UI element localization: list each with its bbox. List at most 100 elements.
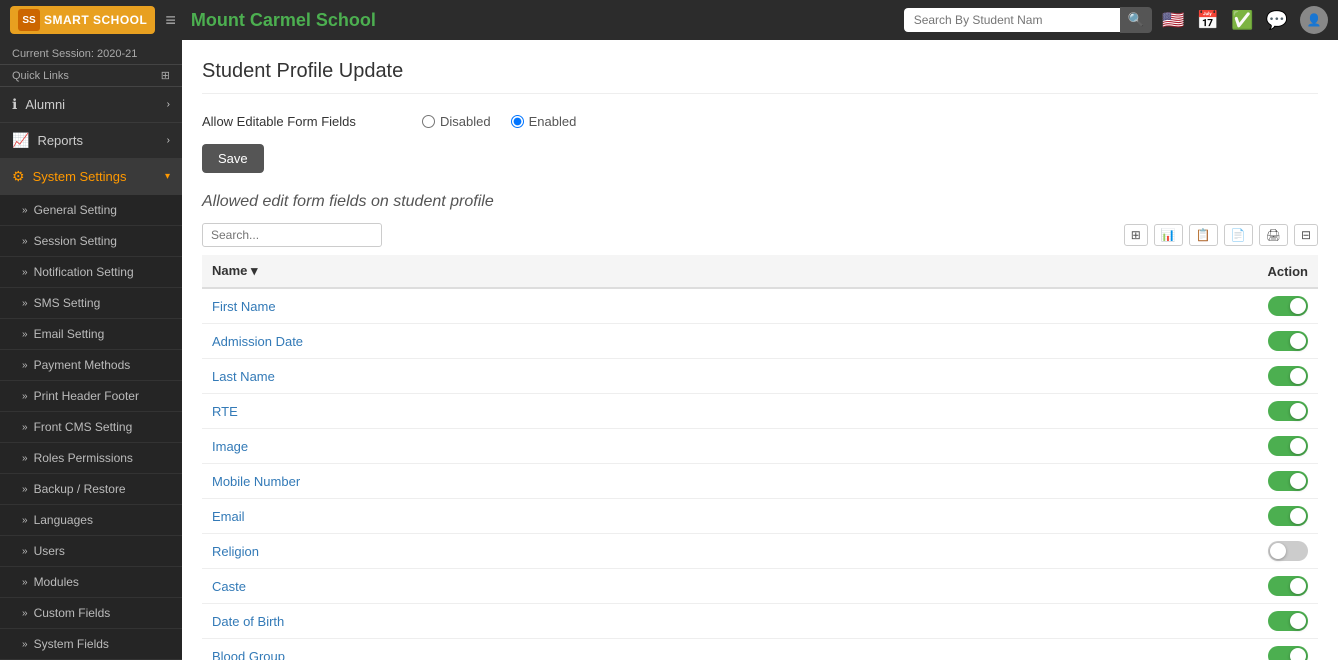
navbar-icons: 🇺🇸 📅 ✅ 💬 👤 <box>1162 6 1328 34</box>
field-action <box>971 324 1318 359</box>
table-icon-copy[interactable]: ⊞ <box>1124 224 1148 246</box>
quick-links[interactable]: Quick Links ⊞ <box>0 65 182 87</box>
label-users: Users <box>34 544 65 558</box>
table-icon-csv[interactable]: 📋 <box>1189 224 1218 246</box>
toggle-mobile-number[interactable] <box>1268 471 1308 491</box>
field-name: Image <box>202 429 971 464</box>
field-name: Admission Date <box>202 324 971 359</box>
field-name: Email <box>202 499 971 534</box>
alumni-arrow: › <box>167 99 170 110</box>
table-row: Admission Date <box>202 324 1318 359</box>
sidebar-item-print-header-footer[interactable]: » Print Header Footer <box>0 381 182 412</box>
main-content: Student Profile Update Allow Editable Fo… <box>182 40 1338 660</box>
calendar-icon[interactable]: 📅 <box>1197 10 1219 31</box>
field-action <box>971 569 1318 604</box>
label-session-setting: Session Setting <box>34 234 117 248</box>
radio-disabled-option[interactable]: Disabled <box>422 114 491 129</box>
toggle-image[interactable] <box>1268 436 1308 456</box>
toggle-date-of-birth[interactable] <box>1268 611 1308 631</box>
sidebar-item-custom-fields[interactable]: » Custom Fields <box>0 598 182 629</box>
sidebar-item-reports[interactable]: 📈 Reports › <box>0 123 182 159</box>
settings-arrow: ▾ <box>165 171 170 182</box>
sidebar-item-roles-permissions[interactable]: » Roles Permissions <box>0 443 182 474</box>
radio-enabled-label: Enabled <box>529 114 577 129</box>
toggle-religion[interactable] <box>1268 541 1308 561</box>
table-header-row: Name ▾ Action <box>202 255 1318 288</box>
sidebar-item-general-setting[interactable]: » General Setting <box>0 195 182 226</box>
sidebar-item-system-fields[interactable]: » System Fields <box>0 629 182 660</box>
search-button[interactable]: 🔍 <box>1120 7 1153 33</box>
radio-disabled-label: Disabled <box>440 114 491 129</box>
toggle-caste[interactable] <box>1268 576 1308 596</box>
sidebar-item-session-setting[interactable]: » Session Setting <box>0 226 182 257</box>
hamburger-icon[interactable]: ≡ <box>165 10 176 31</box>
toggle-slider <box>1268 296 1308 316</box>
brand-icon: SS <box>18 9 40 31</box>
search-input[interactable] <box>904 8 1124 32</box>
field-name: First Name <box>202 288 971 324</box>
label-system-fields: System Fields <box>34 637 109 651</box>
label-backup-restore: Backup / Restore <box>34 482 126 496</box>
label-custom-fields: Custom Fields <box>34 606 111 620</box>
label-email-setting: Email Setting <box>34 327 105 341</box>
table-row: Religion <box>202 534 1318 569</box>
sidebar-item-email-setting[interactable]: » Email Setting <box>0 319 182 350</box>
save-button[interactable]: Save <box>202 144 264 173</box>
toggle-slider <box>1268 401 1308 421</box>
toggle-slider <box>1268 611 1308 631</box>
toggle-first-name[interactable] <box>1268 296 1308 316</box>
radio-disabled[interactable] <box>422 115 435 128</box>
quick-links-label: Quick Links <box>12 70 69 82</box>
form-row-editable: Allow Editable Form Fields Disabled Enab… <box>202 114 1318 129</box>
sidebar-item-notification-setting[interactable]: » Notification Setting <box>0 257 182 288</box>
toggle-rte[interactable] <box>1268 401 1308 421</box>
user-avatar[interactable]: 👤 <box>1300 6 1328 34</box>
col-name: Name ▾ <box>202 255 971 288</box>
table-icon-pdf[interactable]: 📄 <box>1224 224 1253 246</box>
sidebar-item-front-cms-setting[interactable]: » Front CMS Setting <box>0 412 182 443</box>
sidebar-item-system-settings[interactable]: ⚙ System Settings ▾ <box>0 159 182 195</box>
brand-text: SMART SCHOOL <box>44 13 147 27</box>
sidebar-item-sms-setting[interactable]: » SMS Setting <box>0 288 182 319</box>
field-name: Date of Birth <box>202 604 971 639</box>
toggle-slider <box>1268 331 1308 351</box>
school-name: Mount Carmel School <box>191 10 894 31</box>
field-action <box>971 604 1318 639</box>
main-layout: Current Session: 2020-21 Quick Links ⊞ ℹ… <box>0 40 1338 660</box>
toggle-blood-group[interactable] <box>1268 646 1308 660</box>
reports-icon: 📈 <box>12 132 29 149</box>
label-front-cms-setting: Front CMS Setting <box>34 420 133 434</box>
grid-icon: ⊞ <box>161 69 170 82</box>
table-icon-excel[interactable]: 📊 <box>1154 224 1183 246</box>
toggle-admission-date[interactable] <box>1268 331 1308 351</box>
toggle-email[interactable] <box>1268 506 1308 526</box>
whatsapp-icon[interactable]: 💬 <box>1266 10 1288 31</box>
sidebar-item-payment-methods[interactable]: » Payment Methods <box>0 350 182 381</box>
table-icon-print[interactable]: 🖨 <box>1259 224 1288 246</box>
check-icon[interactable]: ✅ <box>1231 10 1253 31</box>
field-action <box>971 534 1318 569</box>
flag-icon[interactable]: 🇺🇸 <box>1162 10 1184 31</box>
alumni-icon: ℹ <box>12 96 17 113</box>
field-name: Caste <box>202 569 971 604</box>
sidebar-item-users[interactable]: » Users <box>0 536 182 567</box>
table-row: Last Name <box>202 359 1318 394</box>
table-icon-columns[interactable]: ⊟ <box>1294 224 1318 246</box>
table-row: Caste <box>202 569 1318 604</box>
brand-logo[interactable]: SS SMART SCHOOL <box>10 6 155 34</box>
sidebar-item-languages[interactable]: » Languages <box>0 505 182 536</box>
radio-group: Disabled Enabled <box>422 114 576 129</box>
radio-enabled-option[interactable]: Enabled <box>511 114 577 129</box>
label-sms-setting: SMS Setting <box>34 296 101 310</box>
sidebar-item-alumni[interactable]: ℹ Alumni › <box>0 87 182 123</box>
field-action <box>971 359 1318 394</box>
sidebar-item-modules[interactable]: » Modules <box>0 567 182 598</box>
form-label: Allow Editable Form Fields <box>202 114 402 129</box>
sidebar-item-backup-restore[interactable]: » Backup / Restore <box>0 474 182 505</box>
table-search-input[interactable] <box>202 223 382 247</box>
session-label: Current Session: 2020-21 <box>12 48 137 60</box>
label-payment-methods: Payment Methods <box>34 358 131 372</box>
toggle-last-name[interactable] <box>1268 366 1308 386</box>
toggle-slider <box>1268 436 1308 456</box>
radio-enabled[interactable] <box>511 115 524 128</box>
